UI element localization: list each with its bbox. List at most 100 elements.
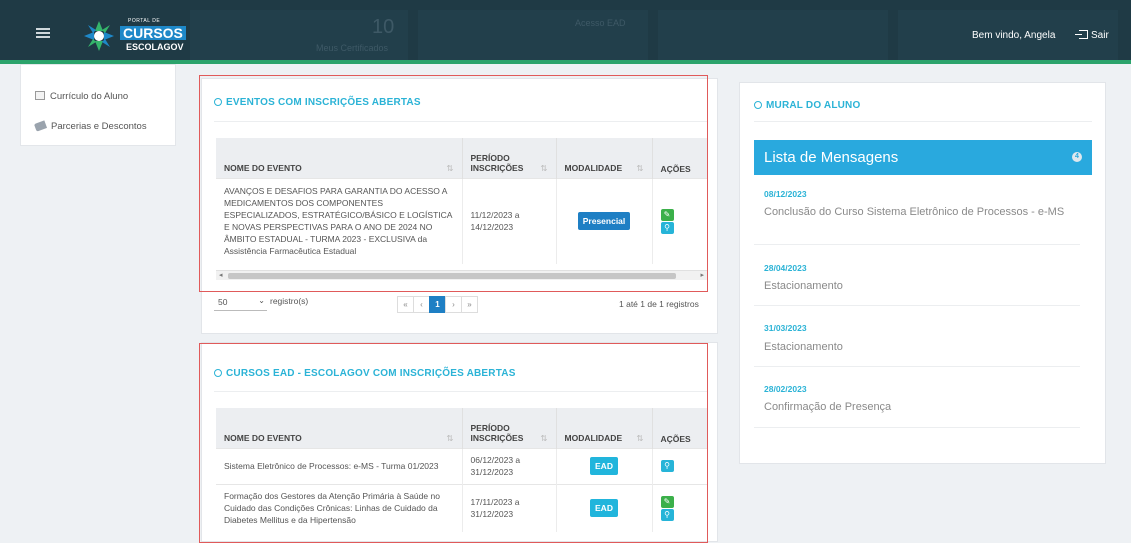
event-mode-cell: Presencial — [556, 177, 653, 264]
message-date: 28/04/2023 — [764, 263, 807, 273]
divider — [754, 305, 1080, 306]
tag-icon — [33, 120, 48, 132]
course-name: Sistema Eletrônico de Processos: e-MS - … — [216, 447, 463, 484]
table-row: Sistema Eletrônico de Processos: e-MS - … — [216, 447, 707, 484]
last-page-button[interactable]: » — [461, 296, 478, 313]
pagination: « ‹ 1 › » — [397, 296, 478, 313]
mural-title-text: MURAL DO ALUNO — [766, 100, 861, 111]
eventos-title: EVENTOS COM INSCRIÇÕES ABERTAS — [214, 97, 421, 108]
col-header-nome[interactable]: NOME DO EVENTO ⇅ — [216, 138, 463, 178]
message-link[interactable]: Estacionamento — [764, 341, 1082, 354]
sidebar-item-curriculo[interactable]: Currículo do Aluno — [35, 91, 128, 102]
actions-cell: ✎ ⚲ — [652, 177, 707, 264]
course-period: 06/12/2023 a 31/12/2023 — [462, 447, 557, 484]
edit-button[interactable]: ✎ — [660, 495, 674, 508]
records-info: 1 até 1 de 1 registros — [619, 299, 699, 309]
col-label: AÇÕES — [660, 163, 691, 174]
logout-label: Sair — [1091, 30, 1109, 41]
divider — [754, 121, 1092, 122]
search-button[interactable]: ⚲ — [660, 508, 674, 521]
circle-icon — [754, 101, 762, 109]
col-header-acoes: AÇÕES — [652, 408, 707, 448]
mode-badge: EAD — [590, 499, 618, 518]
sort-icon: ⇅ — [446, 432, 454, 443]
sidebar-item-label: Parcerias e Descontos — [51, 121, 147, 132]
first-page-button[interactable]: « — [397, 296, 414, 313]
scrollbar-thumb[interactable] — [228, 273, 676, 279]
course-period: 17/11/2023 a 31/12/2023 — [462, 483, 557, 532]
col-header-acoes: AÇÕES — [652, 138, 707, 178]
document-icon — [35, 91, 45, 100]
col-label: PERÍODO INSCRIÇÕES — [470, 152, 524, 173]
message-link[interactable]: Estacionamento — [764, 280, 1082, 293]
messages-list-title: Lista de Mensagens — [764, 149, 899, 166]
course-mode-cell: EAD — [556, 447, 653, 484]
message-date: 08/12/2023 — [764, 189, 807, 199]
actions-cell: ⚲ — [652, 447, 707, 484]
circle-icon — [214, 369, 222, 377]
stat-label-2: Acesso EAD — [575, 18, 626, 28]
col-header-nome[interactable]: NOME DO EVENTO ⇅ — [216, 408, 463, 448]
course-name: Formação dos Gestores da Atenção Primári… — [216, 483, 463, 532]
col-label: MODALIDADE — [564, 432, 623, 443]
col-header-modalidade[interactable]: MODALIDADE ⇅ — [556, 408, 653, 448]
event-period: 11/12/2023 a 14/12/2023 — [462, 177, 557, 264]
mural-title: MURAL DO ALUNO — [754, 100, 860, 111]
circle-icon — [214, 98, 222, 106]
chevron-down-icon: ⌄ — [258, 296, 265, 305]
sidebar-item-parcerias[interactable]: Parcerias e Descontos — [33, 120, 147, 132]
col-header-periodo[interactable]: PERÍODO INSCRIÇÕES ⇅ — [462, 408, 557, 448]
mode-badge: Presencial — [577, 212, 631, 231]
sort-icon: ⇅ — [636, 162, 644, 173]
table-row: Formação dos Gestores da Atenção Primári… — [216, 483, 707, 532]
sidebar-item-label: Currículo do Aluno — [50, 91, 129, 102]
col-header-modalidade[interactable]: MODALIDADE ⇅ — [556, 138, 653, 178]
messages-list-header: Lista de Mensagens 4 — [754, 140, 1092, 175]
sort-icon: ⇅ — [540, 162, 548, 173]
col-label: NOME DO EVENTO — [224, 162, 302, 173]
search-button[interactable]: ⚲ — [660, 221, 674, 234]
mode-badge: EAD — [590, 457, 618, 475]
divider — [754, 427, 1080, 428]
top-navbar: 10 Meus Certificados Acesso EAD PORTAL D… — [0, 0, 1131, 64]
message-date: 28/02/2023 — [764, 384, 807, 394]
stat-number: 10 — [372, 16, 395, 38]
table-row: AVANÇOS E DESAFIOS PARA GARANTIA DO ACES… — [216, 177, 707, 264]
scroll-right-icon[interactable]: ▸ — [700, 271, 704, 279]
message-date: 31/03/2023 — [764, 323, 807, 333]
logo-icon — [84, 21, 114, 51]
page-size-label: registro(s) — [270, 296, 309, 306]
course-mode-cell: EAD — [556, 483, 653, 532]
logout-button[interactable]: Sair — [1075, 30, 1109, 41]
cursos-title-text: CURSOS EAD - ESCOLAGOV COM INSCRIÇÕES AB… — [226, 368, 516, 379]
actions-cell: ✎ ⚲ — [652, 483, 707, 532]
messages-count-badge: 4 — [1072, 152, 1082, 162]
col-label: MODALIDADE — [564, 162, 623, 173]
divider — [754, 244, 1080, 245]
logo-text-main: CURSOS — [120, 26, 186, 40]
page-size-select[interactable]: 50 ⌄ — [214, 295, 267, 311]
event-name: AVANÇOS E DESAFIOS PARA GARANTIA DO ACES… — [216, 177, 463, 264]
message-link[interactable]: Conclusão do Curso Sistema Eletrônico de… — [764, 206, 1082, 219]
message-link[interactable]: Confirmação de Presença — [764, 401, 1082, 414]
edit-button[interactable]: ✎ — [660, 208, 674, 221]
sidebar-menu: Currículo do Aluno Parcerias e Descontos — [20, 64, 176, 146]
next-page-button[interactable]: › — [445, 296, 462, 313]
cursos-title: CURSOS EAD - ESCOLAGOV COM INSCRIÇÕES AB… — [214, 368, 516, 379]
sort-icon: ⇅ — [636, 432, 644, 443]
portal-logo[interactable]: PORTAL DE CURSOS ESCOLAGOV — [82, 15, 187, 55]
col-label: AÇÕES — [660, 433, 691, 444]
col-label: PERÍODO INSCRIÇÕES — [470, 422, 524, 443]
scroll-left-icon[interactable]: ◂ — [219, 271, 223, 279]
col-header-periodo[interactable]: PERÍODO INSCRIÇÕES ⇅ — [462, 138, 557, 178]
horizontal-scrollbar[interactable]: ◂ ▸ — [216, 270, 707, 280]
menu-toggle-icon[interactable] — [36, 28, 50, 38]
search-button[interactable]: ⚲ — [660, 460, 674, 472]
divider — [754, 366, 1080, 367]
eventos-title-text: EVENTOS COM INSCRIÇÕES ABERTAS — [226, 97, 421, 108]
logo-text-sub: ESCOLAGOV — [126, 42, 184, 52]
prev-page-button[interactable]: ‹ — [413, 296, 430, 313]
sort-icon: ⇅ — [446, 162, 454, 173]
stat-label: Meus Certificados — [316, 43, 389, 53]
page-1-button[interactable]: 1 — [429, 296, 446, 313]
